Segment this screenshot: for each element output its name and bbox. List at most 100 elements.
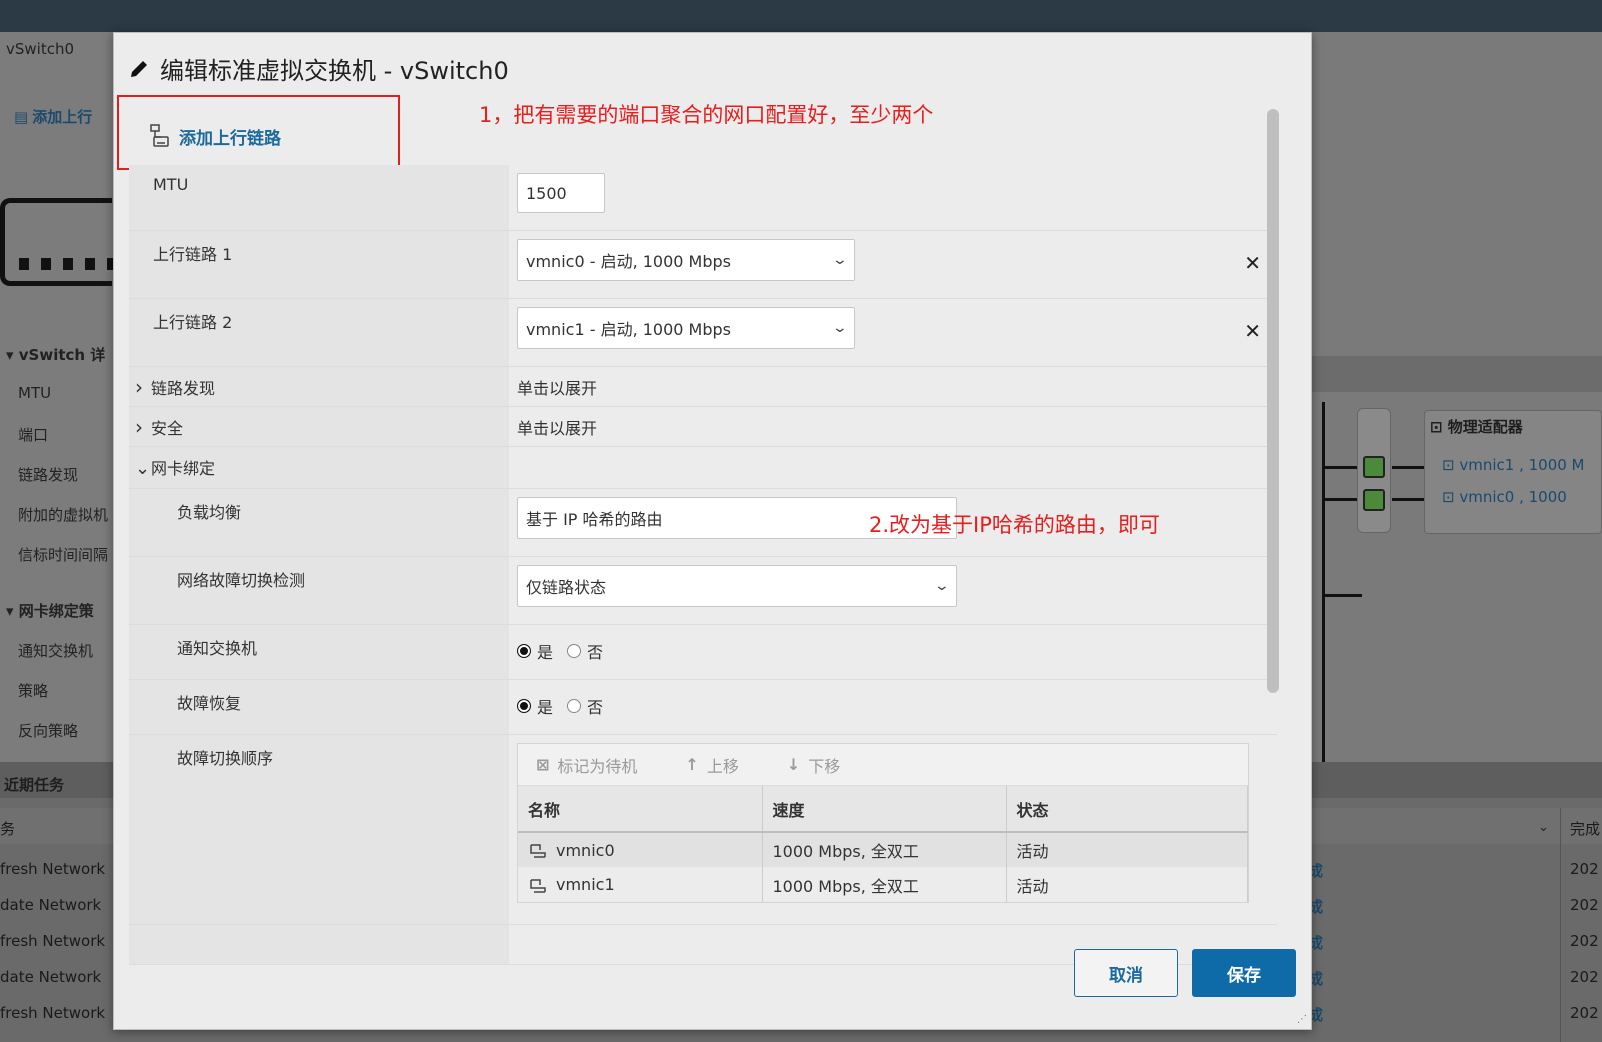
arrow-up-icon: ↑: [685, 755, 699, 774]
column-header-speed[interactable]: 速度: [762, 786, 1007, 833]
uplink-icon: ▤: [14, 107, 29, 126]
cancel-button[interactable]: 取消: [1074, 949, 1178, 997]
arrow-down-icon: ↓: [786, 755, 801, 774]
uplink2-label: 上行链路 2: [129, 299, 509, 366]
bg-task-row: date Network: [0, 896, 102, 914]
move-up-button[interactable]: ↑ 上移: [685, 753, 738, 777]
table-row[interactable]: vmnic0 1000 Mbps, 全双工 活动: [518, 832, 1248, 867]
form-row-mtu: MTU 1500: [129, 165, 1277, 231]
mark-standby-button[interactable]: ⊠ 标记为待机: [536, 753, 637, 777]
form-row-uplink1: 上行链路 1 vmnic0 - 启动, 1000 Mbps ⌄ ✕: [129, 231, 1277, 299]
bg-task-time: 202: [1570, 860, 1599, 878]
bg-details-section[interactable]: ▾ vSwitch 详: [0, 344, 115, 365]
nic-icon: [530, 878, 546, 893]
remove-uplink1-icon[interactable]: ✕: [1244, 251, 1261, 275]
column-header-status[interactable]: 状态: [1006, 786, 1248, 833]
form-row-link-discovery[interactable]: 链路发现 单击以展开: [129, 367, 1277, 407]
annotation-text-1: 1，把有需要的端口聚合的网口配置好，至少两个: [479, 103, 934, 127]
bg-diagram-line: [1392, 466, 1424, 469]
bg-task-time: 202: [1570, 932, 1599, 950]
form-row-failback: 故障恢复 是 否: [129, 680, 1277, 735]
bg-add-uplink-link[interactable]: ▤ 添加上行: [14, 106, 92, 127]
bg-detail-row: 信标时间间隔: [18, 546, 109, 564]
bg-column-divider: [1560, 808, 1561, 1042]
save-button[interactable]: 保存: [1192, 949, 1296, 997]
remove-uplink2-icon[interactable]: ✕: [1244, 319, 1261, 343]
edit-vswitch-dialog: 编辑标准虚拟交换机 - vSwitch0 添加上行链路 1，把有需要的端口聚合的…: [113, 32, 1312, 1030]
form-row-nic-teaming[interactable]: 网卡绑定: [129, 447, 1277, 489]
failover-toolbar: ⊠ 标记为待机 ↑ 上移 ↓ 下移: [518, 744, 1248, 786]
chevron-down-icon: [135, 459, 151, 478]
port-icon: [1363, 489, 1385, 511]
bg-task-time: 202: [1570, 968, 1599, 986]
bg-diagram-line: [1322, 466, 1362, 469]
port-icon: [1363, 456, 1385, 478]
bg-task-time: 202: [1570, 896, 1599, 914]
uplink1-label: 上行链路 1: [129, 231, 509, 298]
chevron-down-icon[interactable]: ⌄: [1538, 820, 1549, 835]
link-discovery-hint[interactable]: 单击以展开: [517, 369, 1269, 399]
table-row[interactable]: vmnic1 1000 Mbps, 全双工 活动: [518, 867, 1248, 902]
failure-detection-label: 网络故障切换检测: [129, 557, 509, 624]
failover-order-label: 故障切换顺序: [129, 735, 509, 924]
recent-tasks-title: 近期任务: [4, 776, 65, 794]
bg-task-row: fresh Network: [0, 932, 106, 950]
bg-physical-adapters-title: ⊡ 物理适配器: [1430, 418, 1523, 436]
bg-diagram-line: [1322, 498, 1362, 501]
failure-detection-select[interactable]: 仅链路状态 ⌄: [517, 565, 957, 607]
notify-switches-radio-group: 是 否: [517, 633, 1269, 663]
failover-order-panel: ⊠ 标记为待机 ↑ 上移 ↓ 下移 名称 速度 状态 vmnic0 1000 M…: [517, 743, 1249, 903]
bg-phys-item: ⊡ vmnic1 , 1000 M: [1442, 456, 1585, 474]
bg-detail-row: 附加的虚拟机: [18, 506, 109, 524]
chevron-right-icon: [135, 419, 151, 438]
dialog-title: 编辑标准虚拟交换机 - vSwitch0: [128, 51, 509, 86]
failover-order-table: 名称 速度 状态 vmnic0 1000 Mbps, 全双工 活动 vmnic1…: [518, 786, 1248, 902]
annotation-text-2: 2.改为基于IP哈希的路由，即可: [869, 513, 1160, 537]
uplink2-select[interactable]: vmnic1 - 启动, 1000 Mbps ⌄: [517, 307, 855, 349]
bg-task-row: date Network: [0, 968, 102, 986]
failback-label: 故障恢复: [129, 680, 509, 734]
dialog-scrollbar[interactable]: [1267, 109, 1279, 693]
form-row-uplink2: 上行链路 2 vmnic1 - 启动, 1000 Mbps ⌄ ✕: [129, 299, 1277, 367]
bg-teaming-row: 策略: [18, 682, 49, 700]
switch-icon: [0, 198, 117, 286]
mtu-input[interactable]: 1500: [517, 173, 605, 213]
failback-no-radio[interactable]: [567, 699, 582, 713]
chevron-right-icon: [135, 379, 151, 398]
bg-teaming-row: 反向策略: [18, 722, 79, 740]
bg-task-row: fresh Network: [0, 860, 106, 878]
pencil-icon: [131, 60, 147, 77]
security-hint[interactable]: 单击以展开: [517, 409, 1269, 439]
resize-grip-icon[interactable]: ⋰: [1297, 1014, 1307, 1025]
app-top-bar: [0, 0, 1602, 32]
bg-task-col-header: 务: [0, 820, 16, 838]
form-row-security[interactable]: 安全 单击以展开: [129, 407, 1277, 447]
annotation-highlight-box: [117, 95, 400, 170]
bg-detail-row: 端口: [18, 426, 49, 444]
link-discovery-toggle[interactable]: 链路发现: [129, 367, 509, 406]
bg-phys-item: ⊡ vmnic0 , 1000: [1442, 488, 1567, 506]
bg-teaming-section[interactable]: ▾ 网卡绑定策: [0, 600, 115, 621]
bg-task-row: fresh Network: [0, 1004, 106, 1022]
column-header-name[interactable]: 名称: [518, 786, 763, 833]
failback-radio-group: 是 否: [517, 688, 1269, 718]
bg-diagram-line: [1322, 402, 1325, 762]
chevron-down-icon: ⌄: [831, 320, 849, 336]
notify-yes-radio[interactable]: [517, 644, 531, 658]
form-row-failure-detection: 网络故障切换检测 仅链路状态 ⌄: [129, 557, 1277, 625]
bg-teaming-row: 通知交换机: [18, 642, 94, 660]
bg-detail-row: MTU: [18, 384, 52, 402]
bg-task-time: 202: [1570, 1004, 1599, 1022]
bg-diagram-line: [1322, 594, 1362, 597]
form-row-notify-switches: 通知交换机 是 否: [129, 625, 1277, 680]
move-down-button[interactable]: ↓ 下移: [787, 753, 840, 777]
nic-icon: [530, 844, 546, 858]
failback-yes-radio[interactable]: [517, 699, 531, 713]
uplink1-select[interactable]: vmnic0 - 启动, 1000 Mbps ⌄: [517, 239, 855, 281]
bg-diagram-line: [1392, 498, 1424, 501]
bg-detail-row: 链路发现: [18, 466, 79, 484]
notify-no-radio[interactable]: [567, 644, 582, 658]
nic-teaming-toggle[interactable]: 网卡绑定: [129, 447, 509, 488]
security-toggle[interactable]: 安全: [129, 407, 509, 446]
chevron-down-icon: ⌄: [831, 252, 849, 268]
